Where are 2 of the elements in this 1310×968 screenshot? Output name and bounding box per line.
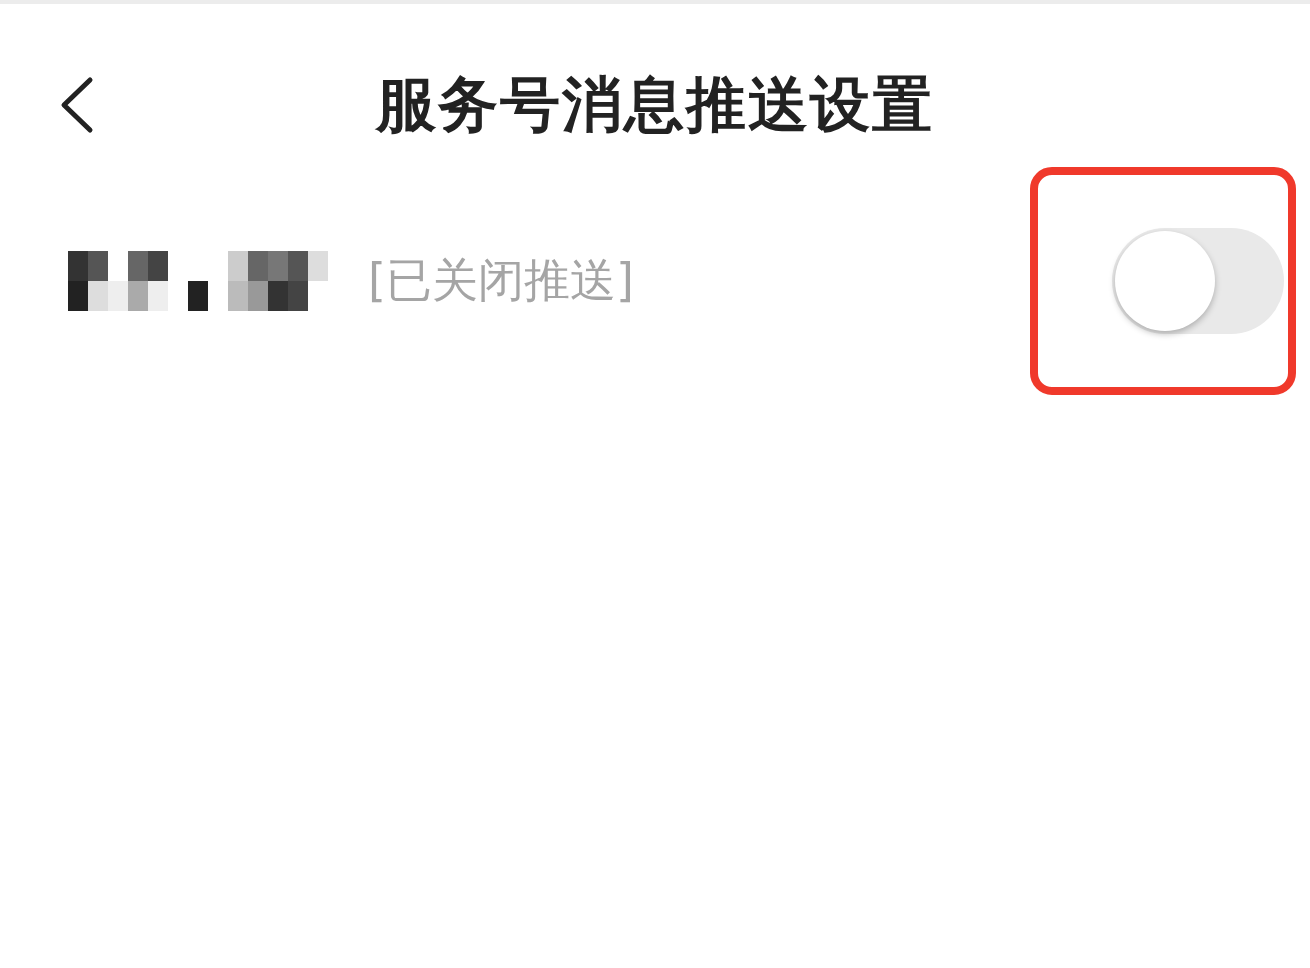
page-title: 服务号消息推送设置 — [374, 67, 935, 141]
push-status-label: [已关闭推送] — [368, 252, 634, 309]
